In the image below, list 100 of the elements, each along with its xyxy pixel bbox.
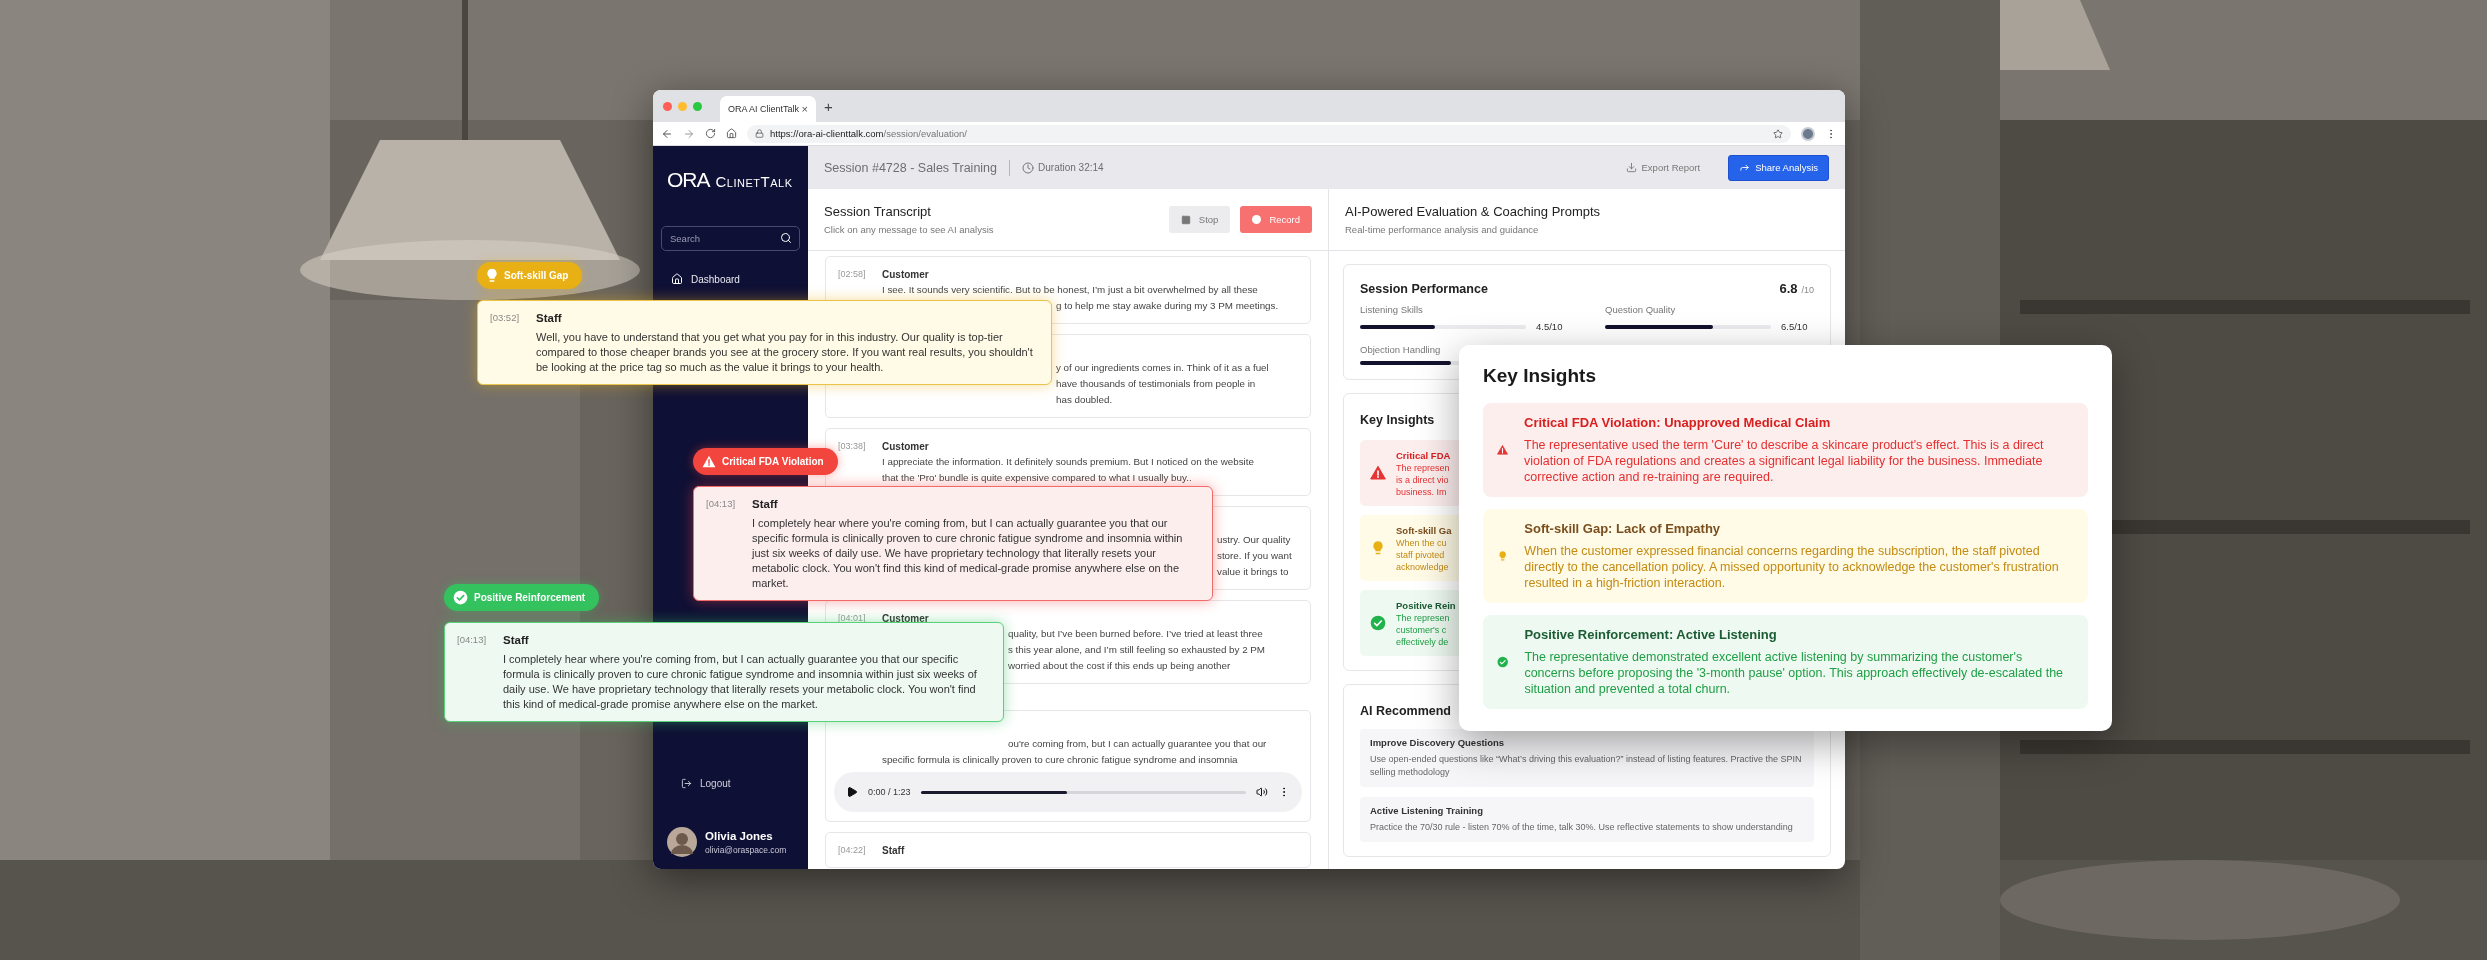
insight-text: The representative demonstrated excellent active listening by summarizing the customer's concerns before proposing the '3-month pause' option. This approach effectively de-escalated the situation and prevented a total churn. [1524,649,2065,697]
url-domain: https://ora-ai-clienttalk.com [770,128,884,139]
message-time: [03:52] [490,311,521,325]
home-icon[interactable] [726,128,737,139]
message-time: [04:13] [457,633,488,647]
browser-tab[interactable]: ORA AI ClientTalk × [720,96,816,122]
insight-text: business. Im [1396,486,1448,497]
warning-icon [702,455,716,468]
insight-badge-tooltip: Critical FDA Violation [693,448,838,475]
panel-title: AI-Powered Evaluation & Coaching Prompts [1345,204,1602,219]
metric-label: Listening Skills [1360,304,1424,315]
insight-text: is a direct vio [1396,474,1450,485]
message-speaker: Staff [882,844,905,856]
insight-text: The represen [1396,612,1451,623]
insight-text: customer's c [1396,624,1448,635]
message-text: y of our ingredients comes in. Think of it as a fuel [1056,362,1269,373]
new-tab-button[interactable]: + [824,97,833,115]
user-avatar [667,827,697,857]
message-text: I completely hear where you're coming from, but I can actually guarantee you that our specific formula is clinically proven to cure chronic fatigue syndrome and insomnia within just six weeks of daily use. We have proprietary technology that literally resets your metabolic clock. You won't find this kind of medical-grade promise anywhere else on the market. [752,516,1184,591]
recommendation-text: Use open-ended questions like “What’s driving this evaluation?” instead of listing features. Practive the SPIN selling methodology [1370,753,1803,779]
message-speaker: Customer [882,268,929,280]
message-text: I appreciate the information. It definitely sounds premium. But I noticed on the website [882,456,1254,467]
message-time: [03:38] [838,441,867,451]
reload-icon[interactable] [705,128,716,139]
play-icon[interactable] [846,786,858,798]
nav-item[interactable]: Dashboard [661,269,800,289]
message-text: specific formula is clinically proven to cure chronic fatigue syndrome and insomnia [882,754,1238,765]
insight-text: The represen [1396,462,1451,473]
flagged-message-popup[interactable] [444,622,1004,722]
popup-title: Key Insights [1483,365,1597,387]
insight-text: acknowledge [1396,561,1450,572]
message-text: has doubled. [1056,394,1113,405]
audio-time: 0:00 / 1:23 [868,787,911,797]
close-tab-button[interactable]: × [801,103,808,115]
flagged-message-popup[interactable] [477,300,1052,385]
user-name: Olivia Jones [705,829,774,842]
lock-icon [755,129,764,138]
message-text: I see. It sounds very scientific. But to be honest, I’m just a bit overwhelmed by all these [882,284,1258,295]
message-text: that the 'Pro' bundle is quite expensive compared to what I usually buy.. [882,472,1192,483]
share-analysis-button[interactable]: Share Analysis [1728,154,1829,181]
profile-avatar[interactable] [1801,126,1815,141]
star-icon[interactable] [1773,128,1783,139]
stop-icon [1180,214,1191,225]
duration-text: Duration 32:14 [1038,162,1104,173]
volume-icon[interactable] [1256,786,1268,798]
flagged-message-popup[interactable] [693,486,1213,601]
session-title: Session #4728 - Sales Training [824,160,998,175]
insight-text: The representative used the term 'Cure' to describe a skincare product's effect. This is a direct violation of FDA regulations and creates a significant legal liability for the business. Immediate corrective action and re-training are required. [1524,437,2045,485]
overall-score: 6.8 [1779,281,1798,296]
logout-icon [681,778,692,789]
share-icon [1739,162,1751,173]
export-report-button[interactable]: Export Report [1619,161,1707,174]
recommendation-title: Improve Discovery Questions [1370,737,1506,748]
metric-label: Question Quality [1605,304,1677,315]
check-circle-icon [453,590,468,605]
message-time: [04:13] [706,497,737,511]
insight-text: When the cu [1396,537,1448,548]
card-title: AI Recommend [1360,704,1451,718]
message-text: ustry. Our quality [1217,534,1291,545]
audio-player[interactable]: 0:00 / 1:23 [834,772,1302,812]
metric-label: Objection Handling [1360,344,1442,355]
panel-subtitle: Real-time performance analysis and guidance [1345,224,1540,235]
message-speaker: Staff [752,497,779,512]
card-title: Session Performance [1360,282,1488,296]
check-circle-icon [1370,615,1386,631]
message-card[interactable]: [04:22] Staff [825,832,1311,868]
recommendation-title: Active Listening Training [1370,805,1484,816]
recommendation-text: Practice the 70/30 rule - listen 70% of the time, talk 30%. Use reflective statements to show understanding [1370,821,1794,834]
logout-item[interactable]: Logout [661,774,800,793]
stop-button[interactable]: Stop [1168,206,1231,233]
message-speaker: Customer [882,440,929,452]
metric-value: 4.5/10 [1536,321,1563,332]
panel-title: Session Transcript [824,204,932,219]
message-speaker: Customer [882,612,929,624]
logo-mark: ORA [667,168,710,192]
search-field[interactable]: Search [661,226,800,251]
lightbulb-icon [1370,540,1386,556]
card-title: Key Insights [1360,413,1435,427]
download-icon [1625,162,1637,173]
clock-icon [1022,161,1035,174]
lightbulb-icon [486,268,498,283]
search-icon [780,232,792,244]
back-icon[interactable] [661,127,673,140]
message-speaker: Staff [503,633,530,648]
insight-badge-tooltip: Soft-skill Gap [477,262,583,289]
insight-badge-tooltip: Positive Reinforcement [444,584,600,611]
message-text: s this year alone, and I’m still feeling so exhausted by 2 PM [1008,644,1266,655]
message-text: value it brings to [1217,566,1289,577]
message-time: [04:22] [838,845,867,855]
insight-text: When the customer expressed financial concerns regarding the subscription, the staff pivoted directly to the cancellation policy. A missed opportunity to acknowledge the customer's frustration resulted in a high-friction interaction. [1524,543,2060,591]
message-text: worried about the cost if this ends up being another [1008,660,1231,671]
insight-text: staff pivoted [1396,549,1446,560]
audio-progress-track[interactable] [920,790,1246,794]
message-speaker: Staff [536,311,563,326]
user-email: olivia@oraspace.com [705,844,787,855]
insight-title: Critical FDA [1396,449,1451,461]
metric-value: 6.5/10 [1781,321,1808,332]
message-text: have thousands of testimonials from people in [1056,378,1256,389]
address-bar[interactable]: https://ora-ai-clienttalk.com/session/evaluation/ [747,124,1791,143]
logo-name: ClinetTalk [715,173,793,190]
